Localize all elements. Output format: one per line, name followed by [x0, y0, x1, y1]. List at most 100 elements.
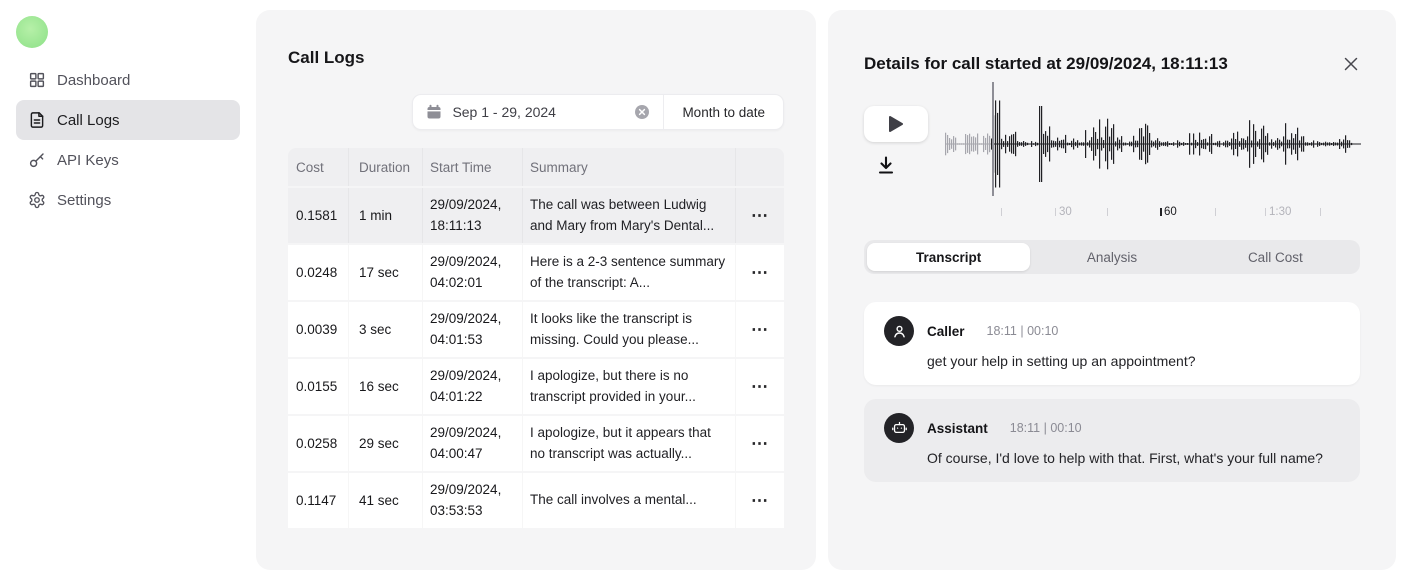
timeline-tick — [1107, 208, 1108, 216]
message-timestamp: 18:11 | 00:10 — [1010, 421, 1082, 435]
cell-summary: The call was between Ludwig and Mary fro… — [522, 188, 735, 243]
header-duration: Duration — [348, 148, 422, 186]
sidebar-item-label: API Keys — [57, 152, 119, 169]
cell-summary: I apologize, but it appears that no tran… — [522, 416, 735, 471]
call-details-panel: Details for call started at 29/09/2024, … — [828, 10, 1396, 570]
cell-duration: 17 sec — [348, 245, 422, 300]
sidebar-item[interactable]: API Keys — [16, 140, 240, 180]
message-text: Of course, I'd love to help with that. F… — [927, 450, 1342, 466]
cell-duration: 16 sec — [348, 359, 422, 414]
cell-start-time: 29/09/2024, 04:00:47 — [422, 416, 522, 471]
speaker-name: Caller — [927, 324, 965, 339]
timeline-tick: 30 — [1055, 208, 1056, 216]
timeline-tick-label: 30 — [1059, 206, 1072, 218]
sidebar-item-label: Call Logs — [57, 112, 120, 129]
table-row[interactable]: 0.1147 41 sec 29/09/2024, 03:53:53 The c… — [288, 471, 784, 528]
waveform[interactable] — [945, 96, 1365, 196]
header-cost: Cost — [288, 148, 348, 186]
cell-start-time: 29/09/2024, 04:01:53 — [422, 302, 522, 357]
robot-icon — [891, 420, 908, 437]
sidebar-item[interactable]: Call Logs — [16, 100, 240, 140]
tab-label: Call Cost — [1248, 250, 1303, 265]
tab-label: Transcript — [916, 250, 981, 265]
timeline-ruler: 30 60 1:30 — [945, 196, 1365, 224]
cell-duration: 1 min — [348, 188, 422, 243]
timeline-tick: 1:30 — [1265, 208, 1266, 216]
cell-duration: 3 sec — [348, 302, 422, 357]
table-row[interactable]: 0.1581 1 min 29/09/2024, 18:11:13 The ca… — [288, 186, 784, 243]
cell-start-time: 29/09/2024, 04:02:01 — [422, 245, 522, 300]
file-text-icon — [28, 111, 46, 129]
sidebar-item[interactable]: Dashboard — [16, 60, 240, 100]
tab[interactable]: Analysis — [1030, 243, 1193, 271]
ellipsis-icon[interactable]: ⋯ — [751, 492, 769, 509]
message-timestamp: 18:11 | 00:10 — [987, 324, 1059, 338]
timeline-tick-label: 60 — [1164, 206, 1177, 218]
play-icon — [888, 115, 904, 133]
sidebar-item-label: Dashboard — [57, 72, 130, 89]
tab[interactable]: Call Cost — [1194, 243, 1357, 271]
cell-duration: 41 sec — [348, 473, 422, 528]
details-title: Details for call started at 29/09/2024, … — [864, 54, 1228, 74]
transcript-message: Assistant 18:11 | 00:10 Of course, I'd l… — [864, 399, 1360, 482]
ellipsis-icon[interactable]: ⋯ — [751, 207, 769, 224]
play-button[interactable] — [864, 106, 928, 142]
playhead-cursor[interactable] — [992, 82, 994, 196]
sidebar-item-label: Settings — [57, 192, 111, 209]
ellipsis-icon[interactable]: ⋯ — [751, 378, 769, 395]
cell-summary: It looks like the transcript is missing.… — [522, 302, 735, 357]
cell-start-time: 29/09/2024, 04:01:22 — [422, 359, 522, 414]
cell-cost: 0.0248 — [288, 245, 348, 300]
cell-cost: 0.0258 — [288, 416, 348, 471]
speaker-avatar — [884, 413, 914, 443]
person-icon — [891, 323, 908, 340]
date-filter-group: Sep 1 - 29, 2024 Month to date — [412, 94, 784, 130]
cell-start-time: 29/09/2024, 18:11:13 — [422, 188, 522, 243]
call-logs-panel: Call Logs Sep 1 - 29, 2024 — [256, 10, 816, 570]
close-icon[interactable] — [1342, 55, 1360, 73]
cell-cost: 0.0155 — [288, 359, 348, 414]
circle-x-icon[interactable] — [634, 104, 650, 120]
header-summary: Summary — [522, 148, 735, 186]
timeline-tick — [1215, 208, 1216, 216]
tab-label: Analysis — [1087, 250, 1137, 265]
date-range-picker[interactable]: Sep 1 - 29, 2024 — [413, 95, 663, 129]
cell-start-time: 29/09/2024, 03:53:53 — [422, 473, 522, 528]
ellipsis-icon[interactable]: ⋯ — [751, 264, 769, 281]
sidebar: Dashboard Call Logs — [0, 0, 256, 502]
audio-player: 30 60 1:30 — [864, 96, 1360, 226]
ellipsis-icon[interactable]: ⋯ — [751, 435, 769, 452]
gear-icon — [28, 191, 46, 209]
download-icon[interactable] — [876, 155, 896, 175]
table-header-row: Cost Duration Start Time Summary — [288, 148, 784, 186]
timeline-tick: 60 — [1160, 208, 1162, 216]
call-logs-table: Cost Duration Start Time Summary 0.1581 … — [288, 148, 784, 528]
table-row[interactable]: 0.0258 29 sec 29/09/2024, 04:00:47 I apo… — [288, 414, 784, 471]
cell-cost: 0.0039 — [288, 302, 348, 357]
header-start-time: Start Time — [422, 148, 522, 186]
cell-cost: 0.1581 — [288, 188, 348, 243]
calendar-icon — [426, 104, 442, 120]
table-row[interactable]: 0.0039 3 sec 29/09/2024, 04:01:53 It loo… — [288, 300, 784, 357]
cell-duration: 29 sec — [348, 416, 422, 471]
key-icon — [28, 151, 46, 169]
timeline-tick-label: 1:30 — [1269, 206, 1291, 218]
cell-cost: 0.1147 — [288, 473, 348, 528]
ellipsis-icon[interactable]: ⋯ — [751, 321, 769, 338]
avatar[interactable] — [16, 16, 48, 48]
message-text: get your help in setting up an appointme… — [927, 353, 1342, 369]
table-row[interactable]: 0.0155 16 sec 29/09/2024, 04:01:22 I apo… — [288, 357, 784, 414]
month-to-date-button[interactable]: Month to date — [664, 95, 783, 129]
details-tabs: Transcript Analysis Call Cost — [864, 240, 1360, 274]
call-logs-title: Call Logs — [288, 48, 784, 68]
sidebar-item[interactable]: Settings — [16, 180, 240, 220]
tab[interactable]: Transcript — [867, 243, 1030, 271]
waveform-area: 30 60 1:30 — [945, 96, 1360, 226]
dashboard-grid-icon — [28, 71, 46, 89]
cell-summary: I apologize, but there is no transcript … — [522, 359, 735, 414]
timeline-tick — [1320, 208, 1321, 216]
speaker-avatar — [884, 316, 914, 346]
table-row[interactable]: 0.0248 17 sec 29/09/2024, 04:02:01 Here … — [288, 243, 784, 300]
speaker-name: Assistant — [927, 421, 988, 436]
timeline-tick — [1001, 208, 1002, 216]
